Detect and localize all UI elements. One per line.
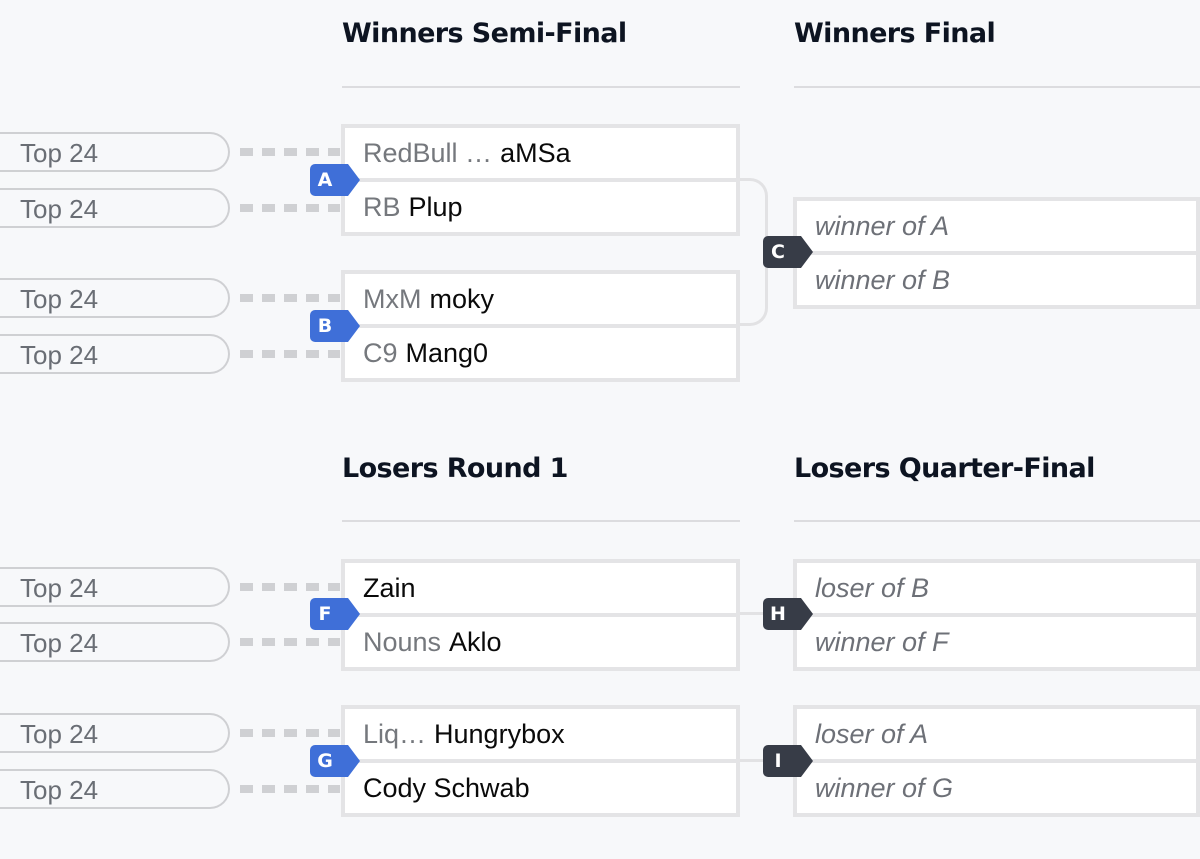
match-slot[interactable]: RedBull … aMSa (345, 128, 736, 178)
match-slot[interactable]: Nouns Aklo (345, 613, 736, 663)
team-prefix: Nouns (363, 627, 442, 657)
match-identifier-badge: I (763, 745, 813, 777)
dashed-connector (240, 785, 340, 793)
player-name: Hungrybox (434, 719, 565, 749)
match-slot-placeholder[interactable]: winner of B (797, 251, 1196, 301)
match-slot[interactable]: RB Plup (345, 178, 736, 228)
match-slot-placeholder[interactable]: winner of A (797, 201, 1196, 251)
dashed-connector (240, 148, 340, 156)
round-divider (794, 86, 1200, 88)
round-divider (342, 86, 740, 88)
team-prefix: C9 (363, 338, 398, 368)
match-card-b[interactable]: MxM moky C9 Mang0 (341, 270, 740, 382)
match-slot-placeholder[interactable]: loser of B (797, 563, 1196, 613)
team-prefix: RedBull … (363, 138, 493, 168)
player-name: Mang0 (405, 338, 489, 368)
match-card-a[interactable]: RedBull … aMSa RB Plup (341, 124, 740, 236)
match-slot-placeholder[interactable]: winner of G (797, 759, 1196, 809)
match-identifier-badge: A (310, 164, 360, 196)
match-card-h[interactable]: loser of B winner of F (793, 559, 1200, 671)
match-identifier-badge: G (310, 745, 360, 777)
match-slot[interactable]: Liq… Hungrybox (345, 709, 736, 759)
dashed-connector (240, 583, 340, 591)
round-title-losers-quarter-final: Losers Quarter-Final (794, 453, 1095, 484)
match-slot[interactable]: C9 Mang0 (345, 324, 736, 374)
seed-source-pill[interactable]: Top 24 (0, 567, 230, 607)
player-name: Plup (408, 192, 463, 222)
match-identifier-badge: F (310, 598, 360, 630)
round-title-losers-round-1: Losers Round 1 (342, 453, 568, 484)
player-name: Aklo (449, 627, 502, 657)
team-prefix: RB (363, 192, 401, 222)
match-slot-placeholder[interactable]: winner of F (797, 613, 1196, 663)
seed-source-pill[interactable]: Top 24 (0, 769, 230, 809)
round-title-winners-semi-final: Winners Semi-Final (342, 18, 627, 49)
dashed-connector (240, 350, 340, 358)
match-card-f[interactable]: Zain Nouns Aklo (341, 559, 740, 671)
bracket-view: Winners Semi-Final Winners Final Losers … (0, 0, 1200, 859)
player-name: Cody Schwab (363, 773, 530, 803)
dashed-connector (240, 204, 340, 212)
round-divider (794, 520, 1200, 522)
match-slot[interactable]: MxM moky (345, 274, 736, 324)
match-slot[interactable]: Cody Schwab (345, 759, 736, 809)
seed-source-pill[interactable]: Top 24 (0, 622, 230, 662)
seed-source-pill[interactable]: Top 24 (0, 334, 230, 374)
match-card-c[interactable]: winner of A winner of B (793, 197, 1200, 309)
team-prefix: MxM (363, 284, 422, 314)
seed-source-pill[interactable]: Top 24 (0, 188, 230, 228)
player-name: moky (429, 284, 494, 314)
round-divider (342, 520, 740, 522)
match-card-g[interactable]: Liq… Hungrybox Cody Schwab (341, 705, 740, 817)
match-card-i[interactable]: loser of A winner of G (793, 705, 1200, 817)
match-identifier-badge: B (310, 310, 360, 342)
seed-source-pill[interactable]: Top 24 (0, 713, 230, 753)
match-identifier-badge: C (763, 236, 813, 268)
seed-source-pill[interactable]: Top 24 (0, 132, 230, 172)
team-prefix: Liq… (363, 719, 427, 749)
dashed-connector (240, 729, 340, 737)
match-identifier-badge: H (763, 598, 813, 630)
seed-source-pill[interactable]: Top 24 (0, 278, 230, 318)
player-name: Zain (363, 573, 416, 603)
match-slot-placeholder[interactable]: loser of A (797, 709, 1196, 759)
match-slot[interactable]: Zain (345, 563, 736, 613)
dashed-connector (240, 638, 340, 646)
player-name: aMSa (500, 138, 571, 168)
round-title-winners-final: Winners Final (794, 18, 996, 49)
dashed-connector (240, 294, 340, 302)
